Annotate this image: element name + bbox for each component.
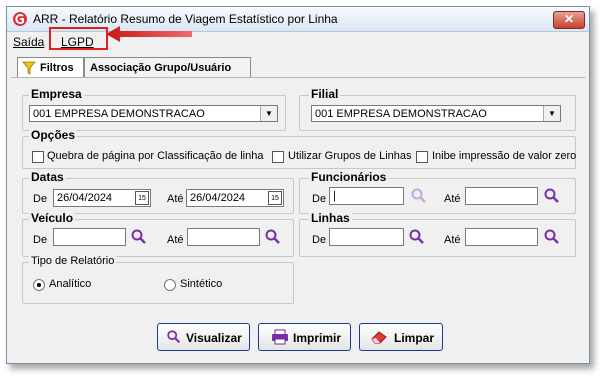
tab-label-filtros: Filtros — [40, 62, 74, 74]
inibe-zero-checkbox[interactable] — [416, 151, 428, 163]
tab-filtros[interactable]: Filtros — [17, 57, 84, 78]
veiculo-ate-label: Até — [167, 234, 184, 246]
data-fim-value: 26/04/2024 — [190, 192, 246, 204]
search-icon[interactable] — [408, 228, 426, 246]
sintetico-radio[interactable] — [164, 279, 176, 291]
calendar-icon[interactable]: 15 — [135, 191, 149, 205]
printer-icon — [272, 329, 288, 345]
linhas-de-label: De — [312, 234, 327, 246]
funcionarios-ate-label: Até — [444, 193, 461, 205]
calendar-icon[interactable]: 15 — [268, 191, 282, 205]
veiculo-de-input[interactable] — [53, 228, 126, 246]
data-inicio-input[interactable]: 26/04/2024 15 — [53, 189, 151, 207]
limpar-button[interactable]: Limpar — [359, 323, 443, 351]
empresa-title: Empresa — [29, 87, 84, 101]
app-logo-icon — [13, 12, 27, 26]
visualizar-button[interactable]: Visualizar — [157, 323, 250, 351]
datas-ate-label: Até — [167, 193, 184, 205]
grupos-linhas-checkbox[interactable] — [272, 151, 284, 163]
chevron-down-icon[interactable]: ▼ — [543, 106, 560, 121]
menu-label-saida: Saída — [13, 35, 45, 49]
empresa-value: 001 EMPRESA DEMONSTRACAO — [33, 108, 205, 120]
data-fim-input[interactable]: 26/04/2024 15 — [186, 189, 284, 207]
search-icon — [167, 330, 181, 344]
data-inicio-value: 26/04/2024 — [57, 192, 113, 204]
funcionarios-de-label: De — [312, 193, 327, 205]
menu-item-saida[interactable]: Saída — [13, 35, 44, 49]
filial-title: Filial — [309, 87, 341, 101]
datas-title: Datas — [29, 170, 66, 184]
quebra-pagina-checkbox[interactable] — [32, 151, 44, 163]
visualizar-label: Visualizar — [186, 331, 242, 345]
linha-ate-input[interactable] — [465, 228, 538, 246]
imprimir-label: Imprimir — [293, 331, 342, 345]
tab-associacao[interactable]: Associação Grupo/Usuário — [84, 57, 251, 78]
opcoes-title: Opções — [29, 128, 78, 142]
empresa-select[interactable]: 001 EMPRESA DEMONSTRACAO ▼ — [29, 105, 278, 122]
search-icon[interactable] — [410, 187, 428, 205]
funcionario-de-value: | — [333, 190, 336, 202]
analitico-label: Analítico — [49, 278, 92, 290]
linhas-ate-label: Até — [444, 234, 461, 246]
filial-select[interactable]: 001 EMPRESA DEMONSTRACAO ▼ — [311, 105, 561, 122]
quebra-pagina-label: Quebra de página por Classificação de li… — [47, 150, 264, 162]
chevron-down-icon[interactable]: ▼ — [260, 106, 277, 121]
report-window: ARR - Relatório Resumo de Viagem Estatís… — [6, 6, 590, 364]
linhas-title: Linhas — [309, 211, 352, 225]
tipo-title: Tipo de Relatório — [29, 255, 117, 267]
datas-de-label: De — [33, 193, 48, 205]
eraser-icon — [371, 331, 387, 344]
lgpd-highlight-box — [49, 27, 108, 50]
funcionario-ate-input[interactable] — [465, 187, 538, 205]
veiculo-de-label: De — [33, 234, 48, 246]
grupos-linhas-label: Utilizar Grupos de Linhas — [288, 150, 412, 162]
imprimir-button[interactable]: Imprimir — [258, 323, 351, 351]
search-icon[interactable] — [130, 228, 148, 246]
tab-label-associacao: Associação Grupo/Usuário — [90, 62, 232, 74]
search-icon[interactable] — [543, 187, 561, 205]
red-arrow-icon — [106, 26, 192, 42]
search-icon[interactable] — [264, 228, 282, 246]
analitico-radio[interactable] — [33, 279, 45, 291]
sintetico-label: Sintético — [180, 278, 223, 290]
close-button[interactable]: ✕ — [553, 11, 585, 29]
veiculo-ate-input[interactable] — [187, 228, 260, 246]
funcionario-de-input[interactable]: | — [329, 187, 404, 205]
linha-de-input[interactable] — [329, 228, 404, 246]
veiculo-title: Veículo — [29, 211, 76, 225]
limpar-label: Limpar — [394, 331, 435, 345]
funcionarios-title: Funcionários — [309, 170, 389, 184]
search-icon[interactable] — [543, 228, 561, 246]
filial-value: 001 EMPRESA DEMONSTRACAO — [315, 108, 487, 120]
funnel-icon — [22, 61, 36, 75]
inibe-zero-label: Inibe impressão de valor zero — [432, 150, 577, 162]
